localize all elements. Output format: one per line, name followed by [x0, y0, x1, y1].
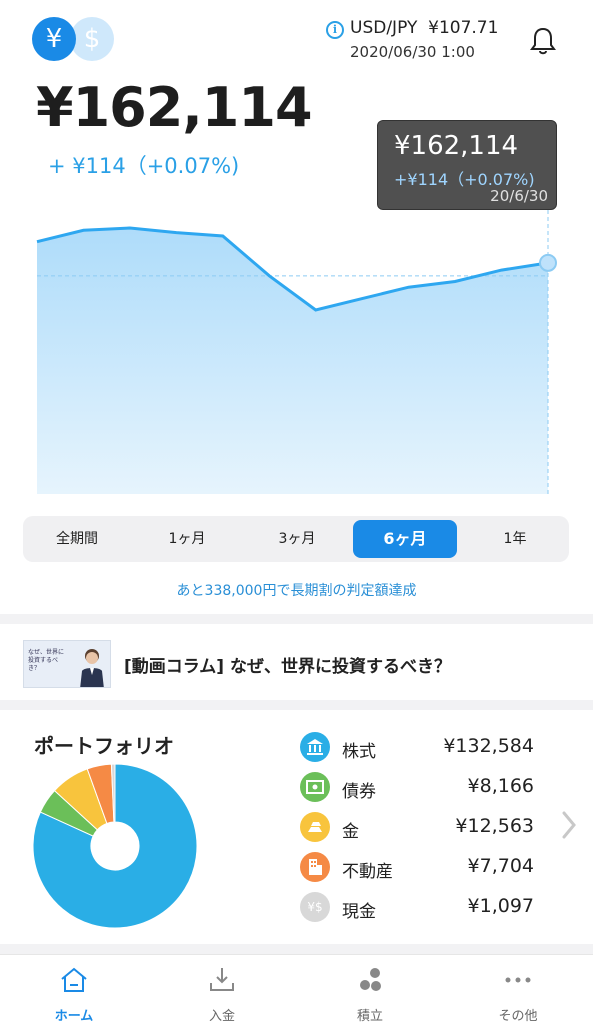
nav-more[interactable]: その他 [444, 955, 592, 1024]
total-change: + ¥114（+0.07%) [48, 154, 240, 178]
section-divider [0, 944, 593, 954]
portfolio-donut-chart[interactable] [31, 762, 199, 930]
gold-bar-icon [300, 812, 330, 842]
portfolio-item-real-estate[interactable]: 不動産 ¥7,704 [300, 852, 540, 882]
nav-label: ホーム [54, 1009, 94, 1024]
item-value: ¥12,563 [455, 815, 534, 837]
nav-savings[interactable]: 積立 [296, 955, 444, 1024]
chart-cursor-point [539, 253, 557, 272]
item-name: 株式 [342, 742, 376, 762]
tab-1-month[interactable]: 1ヶ月 [141, 520, 233, 558]
section-divider [0, 614, 593, 624]
presenter-image [80, 649, 104, 687]
nav-deposit[interactable]: 入金 [148, 955, 296, 1024]
item-value: ¥1,097 [467, 895, 534, 917]
nav-label: 積立 [356, 1009, 383, 1024]
tab-1-year[interactable]: 1年 [469, 520, 561, 558]
cash-icon: ¥$ [300, 892, 330, 922]
portfolio-item-cash[interactable]: ¥$ 現金 ¥1,097 [300, 892, 540, 922]
info-icon[interactable]: i [326, 21, 344, 39]
item-name: 不動産 [342, 862, 393, 882]
rate-label: USD/JPY [350, 18, 418, 38]
building-icon [300, 852, 330, 882]
home-icon [61, 967, 87, 992]
bell-icon[interactable] [529, 26, 557, 56]
portfolio-item-gold[interactable]: 金 ¥12,563 [300, 812, 540, 842]
deposit-icon [210, 968, 234, 991]
rate-value: ¥107.71 [428, 18, 499, 38]
asset-chart[interactable] [0, 210, 593, 500]
item-value: ¥7,704 [467, 855, 534, 877]
thumbnail-text: なぜ、世界に投資するべき？ [28, 649, 65, 672]
period-tabs: 全期間 1ヶ月 3ヶ月 6ヶ月 1年 [23, 516, 569, 562]
usd-currency-button[interactable]: $ [70, 17, 114, 61]
yen-currency-button[interactable]: ¥ [32, 17, 76, 61]
savings-icon [360, 968, 381, 991]
nav-home[interactable]: ホーム [0, 955, 148, 1024]
chart-area-fill [37, 228, 548, 494]
item-name: 金 [342, 822, 359, 842]
portfolio-item-bonds[interactable]: 債券 ¥8,166 [300, 772, 540, 802]
section-divider [0, 700, 593, 710]
item-value: ¥132,584 [443, 735, 534, 757]
portfolio-title: ポートフォリオ [34, 734, 174, 758]
bank-icon [300, 732, 330, 762]
currency-toggle[interactable]: ¥ $ [32, 17, 116, 61]
bottom-navigation: ホーム 入金 積立 その他 [0, 954, 593, 1024]
total-assets: ¥162,114 [36, 76, 313, 139]
chart-tooltip: ¥162,114 +¥114（+0.07%) 20/6/30 [377, 120, 557, 210]
tab-6-month[interactable]: 6ヶ月 [353, 520, 457, 558]
item-name: 債券 [342, 782, 376, 802]
banner-thumbnail: なぜ、世界に投資するべき？ [23, 640, 111, 688]
rate-datetime: 2020/06/30 1:00 [350, 43, 475, 61]
item-name: 現金 [342, 902, 376, 922]
more-icon [505, 977, 531, 983]
tooltip-value: ¥162,114 [394, 131, 519, 161]
tab-3-month[interactable]: 3ヶ月 [251, 520, 343, 558]
item-value: ¥8,166 [467, 775, 534, 797]
video-column-banner[interactable]: なぜ、世界に投資するべき？ [動画コラム] なぜ、世界に投資するべき？ [0, 626, 593, 700]
nav-label: 入金 [208, 1009, 235, 1024]
chevron-right-icon[interactable] [561, 810, 577, 840]
rate-text: USD/JPY ¥107.71 [350, 18, 498, 38]
bond-certificate-icon [300, 772, 330, 802]
long-term-discount-note[interactable]: あと338,000円で長期割の判定額達成 [0, 580, 593, 600]
banner-title: [動画コラム] なぜ、世界に投資するべき？ [124, 657, 451, 677]
portfolio-item-stocks[interactable]: 株式 ¥132,584 [300, 732, 540, 762]
tooltip-date: 20/6/30 [490, 187, 548, 205]
nav-label: その他 [498, 1009, 538, 1024]
tab-all-period[interactable]: 全期間 [31, 520, 123, 558]
